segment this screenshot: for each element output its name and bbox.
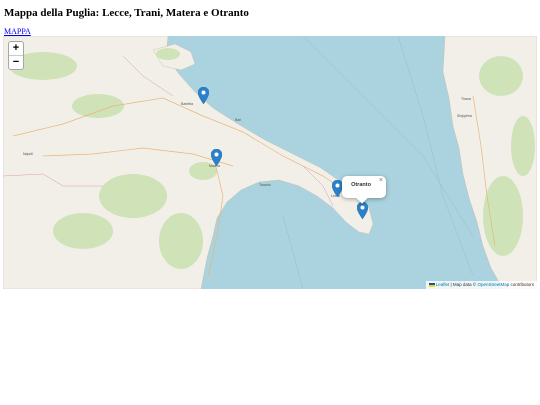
place-label: Bari — [235, 118, 242, 122]
page-title: Mappa della Puglia: Lecce, Trani, Matera… — [4, 7, 249, 19]
openstreetmap-link[interactable]: OpenStreetMap — [477, 282, 509, 287]
map-link[interactable]: MAPPA — [4, 27, 31, 36]
map-marker-otranto[interactable] — [357, 202, 368, 219]
zoom-control: + − — [8, 41, 24, 70]
map-view[interactable]: Barletta Matera Lecce Napoli Taranto Bar… — [3, 36, 537, 289]
map-marker-matera[interactable] — [211, 149, 222, 166]
popup-close-icon[interactable]: × — [379, 177, 383, 185]
attribution-separator: | Map data © — [449, 282, 478, 287]
zoom-out-button[interactable]: − — [9, 55, 23, 69]
attribution-contributors: contributors — [509, 282, 534, 287]
map-marker-icon — [211, 149, 222, 166]
leaflet-link[interactable]: Leaflet — [436, 282, 450, 287]
map-popup: Otranto × — [342, 176, 386, 204]
map-attribution: Leaflet | Map data © OpenStreetMap contr… — [425, 281, 537, 289]
zoom-in-button[interactable]: + — [9, 42, 23, 55]
place-label: Napoli — [23, 152, 33, 156]
map-tiles[interactable] — [3, 36, 537, 289]
map-marker-icon — [198, 87, 209, 104]
place-label: Barletta — [181, 102, 194, 106]
ukraine-flag-icon — [428, 282, 435, 287]
place-label: Shqipëria — [457, 114, 472, 118]
place-label: Taranto — [259, 183, 271, 187]
place-label: Tirana — [461, 97, 471, 101]
popup-text: Otranto — [351, 182, 371, 188]
map-marker-trani[interactable] — [198, 87, 209, 104]
map-marker-icon — [357, 202, 368, 219]
